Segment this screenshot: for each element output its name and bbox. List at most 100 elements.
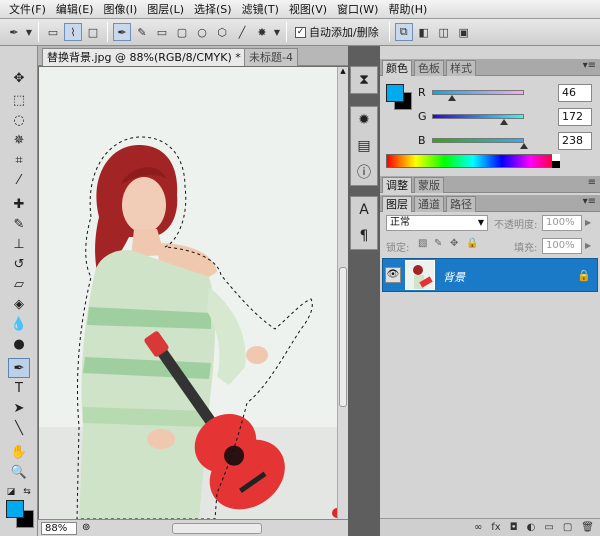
tab-styles[interactable]: 样式 [446, 60, 476, 76]
fill-field[interactable]: 100% [542, 238, 582, 254]
spectrum-black-white[interactable] [552, 154, 560, 168]
move-tool-icon[interactable]: ✥ [8, 68, 30, 88]
tab-layers[interactable]: 图层 [382, 196, 412, 212]
menu-layer[interactable]: 图层(L) [142, 0, 189, 19]
menu-help[interactable]: 帮助(H) [383, 0, 432, 19]
path-intersect-icon[interactable]: ◫ [435, 23, 453, 41]
auto-add-delete-checkbox[interactable]: ✓ 自动添加/删除 [295, 24, 379, 40]
tab-masks[interactable]: 蒙版 [414, 177, 444, 193]
path-exclude-icon[interactable]: ▣ [455, 23, 473, 41]
zoom-field[interactable]: 88% [41, 522, 77, 535]
rectangle-icon[interactable]: ▭ [153, 23, 171, 41]
tab-swatches[interactable]: 色板 [414, 60, 444, 76]
quick-select-tool-icon[interactable]: ✵ [8, 130, 30, 150]
paths-mode-icon[interactable]: ⌇ [64, 23, 82, 41]
blend-mode-select[interactable]: 正常 ▼ [386, 215, 488, 231]
eye-icon[interactable]: 👁 [385, 267, 401, 283]
r-slider-knob[interactable] [448, 95, 456, 101]
blur-tool-icon[interactable]: 💧 [8, 314, 30, 334]
custom-shape-icon[interactable]: ✸ [253, 23, 271, 41]
opacity-arrow-icon[interactable]: ▶ [585, 218, 591, 227]
polygon-icon[interactable]: ⬡ [213, 23, 231, 41]
panel-menu-icon[interactable]: ≡ [588, 177, 596, 188]
menu-view[interactable]: 视图(V) [284, 0, 332, 19]
zoom-tool-icon[interactable]: 🔍 [8, 462, 30, 482]
tab-adjustments[interactable]: 调整 [382, 177, 412, 193]
link-layers-icon[interactable]: ∞ [474, 522, 482, 533]
fill-arrow-icon[interactable]: ▶ [585, 241, 591, 250]
color-spectrum-bar[interactable] [386, 154, 560, 168]
canvas[interactable] [39, 67, 337, 519]
delete-layer-icon[interactable]: 🗑 [581, 522, 594, 533]
histogram-icon[interactable]: ▤ [351, 133, 377, 159]
lock-position-icon[interactable]: ✥ [450, 238, 458, 249]
g-value-field[interactable]: 172 [558, 108, 592, 126]
layer-name[interactable]: 背景 [443, 269, 465, 285]
b-slider-knob[interactable] [520, 143, 528, 149]
type-tool-icon[interactable]: T [8, 378, 30, 398]
document-tab-active[interactable]: 替换背景.jpg @ 88%(RGB/8/CMYK) * ✕ [42, 48, 261, 66]
healing-brush-tool-icon[interactable]: ✚ [8, 194, 30, 214]
b-value-field[interactable]: 238 [558, 132, 592, 150]
lasso-tool-icon[interactable]: ◌ [8, 110, 30, 130]
dropdown-arrow-icon[interactable]: ▼ [25, 23, 33, 41]
horizontal-scroll-thumb[interactable] [172, 523, 262, 534]
dodge-tool-icon[interactable]: ● [8, 334, 30, 354]
eraser-tool-icon[interactable]: ▱ [8, 274, 30, 294]
g-slider-track[interactable] [432, 114, 524, 119]
clone-stamp-tool-icon[interactable]: ⊥ [8, 234, 30, 254]
path-subtract-icon[interactable]: ◧ [415, 23, 433, 41]
adjustment-layer-icon[interactable]: ◐ [527, 522, 536, 533]
fill-pixels-icon[interactable]: □ [84, 23, 102, 41]
menu-edit[interactable]: 编辑(E) [51, 0, 99, 19]
character-icon[interactable]: A [351, 197, 377, 223]
shape-layers-icon[interactable]: ▭ [44, 23, 62, 41]
pen-tool-icon[interactable]: ✒ [113, 23, 131, 41]
crop-tool-icon[interactable]: ⌗ [8, 150, 30, 170]
menu-select[interactable]: 选择(S) [189, 0, 237, 19]
panel-menu-icon[interactable]: ▾≡ [583, 60, 596, 71]
paragraph-icon[interactable]: ¶ [351, 223, 377, 249]
layer-style-icon[interactable]: fx [491, 522, 500, 533]
freeform-pen-icon[interactable]: ✎ [133, 23, 151, 41]
menu-filter[interactable]: 滤镜(T) [237, 0, 284, 19]
scroll-up-arrow-icon[interactable]: ▲ [338, 67, 348, 75]
r-slider-track[interactable] [432, 90, 524, 95]
history-brush-tool-icon[interactable]: ↺ [8, 254, 30, 274]
swap-colors-icon[interactable]: ⇆ [20, 482, 34, 502]
line-shape-tool-icon[interactable]: ╲ [8, 418, 30, 438]
b-slider-track[interactable] [432, 138, 524, 143]
info-icon[interactable]: ⓘ [351, 159, 377, 185]
document-tab-inactive[interactable]: 未标题-4 [244, 48, 298, 66]
lock-all-icon[interactable]: 🔒 [466, 238, 478, 249]
rounded-rectangle-icon[interactable]: ▢ [173, 23, 191, 41]
pen-tool-icon[interactable]: ✒ [8, 358, 30, 378]
scroll-thumb[interactable] [339, 267, 347, 407]
default-colors-icon[interactable]: ◪ [4, 482, 18, 502]
new-layer-icon[interactable]: ▢ [563, 522, 572, 533]
paint-bucket-tool-icon[interactable]: ◈ [8, 294, 30, 314]
pen-preset-icon[interactable]: ✒ [5, 23, 23, 41]
opacity-field[interactable]: 100% [542, 215, 582, 231]
navigator-icon[interactable]: ✹ [351, 107, 377, 133]
line-icon[interactable]: ╱ [233, 23, 251, 41]
dropdown-arrow-icon[interactable]: ▼ [273, 23, 281, 41]
layer-row-background[interactable]: 👁 背景 🔒 [382, 258, 598, 292]
tab-color[interactable]: 颜色 [382, 60, 412, 76]
ellipse-icon[interactable]: ○ [193, 23, 211, 41]
menu-file[interactable]: 文件(F) [4, 0, 51, 19]
lock-transparency-icon[interactable]: ▧ [418, 238, 427, 249]
panel-fg-swatch[interactable] [386, 84, 404, 102]
add-mask-icon[interactable]: ◘ [510, 522, 518, 533]
status-info-icon[interactable]: ⊚ [82, 522, 90, 533]
menu-image[interactable]: 图像(I) [98, 0, 142, 19]
tab-channels[interactable]: 通道 [414, 196, 444, 212]
foreground-color-swatch[interactable] [6, 500, 24, 518]
vertical-scrollbar[interactable]: ▲ [337, 67, 348, 519]
r-value-field[interactable]: 46 [558, 84, 592, 102]
tab-paths[interactable]: 路径 [446, 196, 476, 212]
menu-window[interactable]: 窗口(W) [332, 0, 383, 19]
path-add-icon[interactable]: ⧉ [394, 23, 413, 41]
path-selection-tool-icon[interactable]: ➤ [8, 398, 30, 418]
eyedropper-tool-icon[interactable]: ⁄ [8, 170, 30, 190]
